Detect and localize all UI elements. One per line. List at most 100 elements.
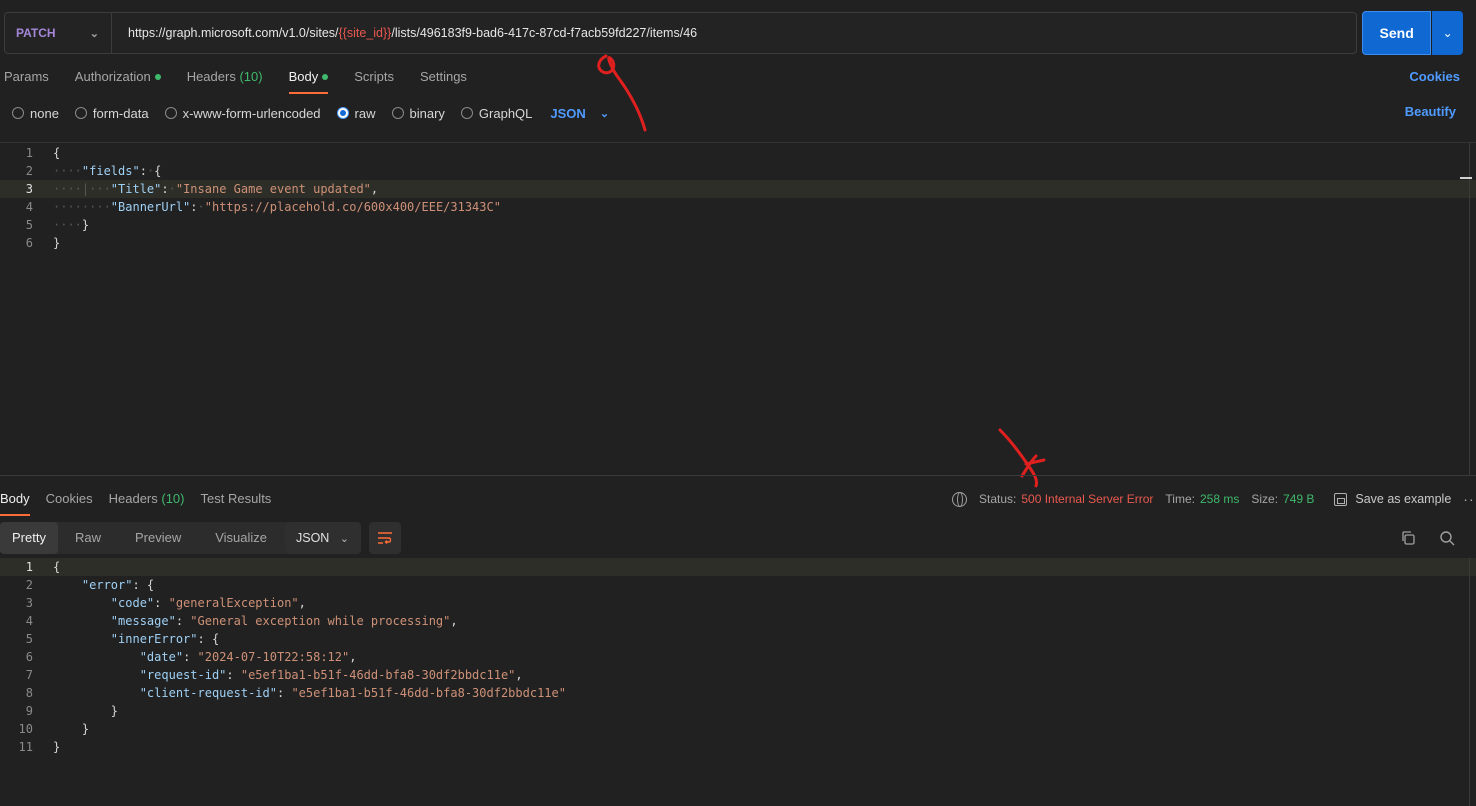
tab-scripts[interactable]: Scripts (354, 66, 394, 92)
radio-circle-icon (391, 107, 404, 119)
view-preview[interactable]: Preview (123, 522, 193, 554)
body-type-selector: none form-data x-www-form-urlencoded raw… (12, 104, 609, 122)
radio-urlencoded[interactable]: x-www-form-urlencoded (164, 106, 321, 121)
radio-graphql[interactable]: GraphQL (460, 105, 533, 121)
code-line: 8 "client-request-id": "e5ef1ba1-b51f-46… (0, 684, 1476, 702)
request-url-bar: PATCH ⌄ https://graph.microsoft.com/v1.0… (4, 12, 1357, 54)
more-icon[interactable]: ··· (1463, 491, 1476, 507)
auth-indicator-dot (154, 73, 161, 80)
language-select[interactable]: JSON ⌄ (550, 106, 609, 121)
line-number: 9 (25, 704, 33, 718)
tab-params[interactable]: Params (4, 66, 49, 92)
resp-tab-body[interactable]: Body (0, 488, 30, 516)
cookies-link[interactable]: Cookies (1409, 69, 1460, 84)
send-options-chevron-down-icon[interactable]: ⌄ (1432, 11, 1463, 55)
radio-none[interactable]: none (12, 106, 59, 121)
json-key: "message" (110, 614, 176, 628)
resp-tab-test-results[interactable]: Test Results (201, 488, 272, 514)
method-select[interactable]: PATCH ⌄ (5, 13, 112, 53)
resp-tab-headers-label: Headers (108, 491, 158, 506)
globe-icon[interactable] (952, 491, 967, 507)
response-format-select[interactable]: JSON ⌄ (285, 522, 361, 554)
json-key: "date" (139, 650, 184, 664)
editor-scrollbar[interactable] (1469, 143, 1470, 476)
response-scrollbar[interactable] (1469, 558, 1470, 806)
tab-authorization[interactable]: Authorization (75, 66, 161, 92)
line-number: 1 (25, 560, 33, 574)
time-label: Time: (1165, 492, 1195, 506)
time-value[interactable]: 258 ms (1200, 492, 1239, 506)
view-raw[interactable]: Raw (63, 522, 113, 554)
code-line: 5 ····} (0, 216, 1476, 234)
code-line: 1{ (0, 144, 1476, 162)
response-view-tabs: Pretty Raw Preview Visualize (0, 522, 290, 554)
response-body-viewer[interactable]: 1{ 2 "error": { 3 "code": "generalExcept… (0, 558, 1476, 806)
beautify-button[interactable]: Beautify (1405, 104, 1456, 119)
code-line: 2 "error": { (0, 576, 1476, 594)
size-value[interactable]: 749 B (1283, 492, 1314, 506)
radio-graphql-label: GraphQL (478, 105, 533, 121)
brace: } (110, 704, 119, 718)
line-number: 1 (25, 146, 33, 160)
resp-tab-body-label: Body (0, 491, 30, 506)
chevron-down-icon: ⌄ (599, 107, 610, 120)
json-string: "General exception while processing" (190, 614, 451, 628)
url-suffix: /lists/496183f9-bad6-417c-87cd-f7acb59fd… (391, 26, 698, 40)
tab-headers[interactable]: Headers (10) (187, 66, 263, 92)
line-number: 4 (25, 614, 33, 628)
radio-form-data[interactable]: form-data (74, 106, 149, 121)
url-input[interactable]: https://graph.microsoft.com/v1.0/sites/{… (112, 26, 697, 40)
json-string: "e5ef1ba1-b51f-46dd-bfa8-30df2bbdc11e" (291, 686, 566, 700)
radio-circle-icon (74, 107, 87, 119)
url-prefix: https://graph.microsoft.com/v1.0/sites/ (128, 26, 339, 40)
json-string: "Insane Game event updated" (175, 182, 371, 196)
size-label: Size: (1251, 492, 1279, 506)
code-line: 6} (0, 234, 1476, 252)
line-number: 7 (25, 668, 33, 682)
response-tabs: Body Cookies Headers (10) Test Results (0, 488, 287, 516)
response-meta: Status: 500 Internal Server Error Time: … (952, 491, 1476, 507)
view-pretty[interactable]: Pretty (0, 522, 58, 554)
wrap-icon (378, 532, 392, 544)
brace: { (53, 560, 61, 574)
line-number: 2 (25, 578, 33, 592)
wrap-lines-button[interactable] (369, 522, 401, 554)
line-number: 4 (25, 200, 33, 214)
line-number: 11 (18, 740, 33, 754)
save-as-example-button[interactable]: Save as example (1334, 492, 1451, 506)
search-icon[interactable] (1439, 530, 1455, 546)
radio-raw[interactable]: raw (336, 106, 376, 121)
line-number: 5 (25, 632, 33, 646)
resp-tab-cookies-label: Cookies (45, 491, 93, 506)
radio-checked-icon (336, 107, 349, 119)
send-button[interactable]: Send (1362, 11, 1432, 55)
tab-settings[interactable]: Settings (420, 66, 467, 92)
json-key: "BannerUrl" (110, 200, 191, 214)
line-number: 3 (25, 596, 33, 610)
json-key: "innerError" (110, 632, 198, 646)
view-visualize[interactable]: Visualize (203, 522, 279, 554)
tab-settings-label: Settings (419, 69, 467, 84)
radio-binary-label: binary (409, 105, 445, 121)
request-body-editor[interactable]: 1{ 2 ····"fields":·{ 3 ····|···"Title":·"I… (0, 142, 1476, 476)
resp-tab-cookies[interactable]: Cookies (46, 488, 93, 514)
line-number: 10 (18, 722, 33, 736)
copy-icon[interactable] (1400, 530, 1416, 546)
headers-count: (10) (239, 69, 263, 84)
url-variable[interactable]: {{site_id}} (339, 26, 392, 40)
tab-body[interactable]: Body (288, 66, 329, 94)
resp-tab-headers[interactable]: Headers (10) (109, 488, 185, 514)
brace: } (53, 740, 61, 754)
json-key: "fields" (81, 164, 140, 178)
json-key: "client-request-id" (139, 686, 277, 700)
radio-circle-icon (12, 107, 24, 119)
scroll-position-marker (1460, 177, 1472, 179)
pane-divider[interactable] (0, 475, 1476, 476)
request-tabs: Params Authorization Headers (10) Body S… (4, 66, 493, 94)
status-badge[interactable]: 500 Internal Server Error (1021, 492, 1153, 506)
radio-circle-icon (460, 107, 473, 119)
code-line: 11} (0, 738, 1476, 756)
resp-headers-count: (10) (161, 491, 185, 506)
radio-binary[interactable]: binary (391, 105, 445, 121)
code-line: 7 "request-id": "e5ef1ba1-b51f-46dd-bfa8… (0, 666, 1476, 684)
